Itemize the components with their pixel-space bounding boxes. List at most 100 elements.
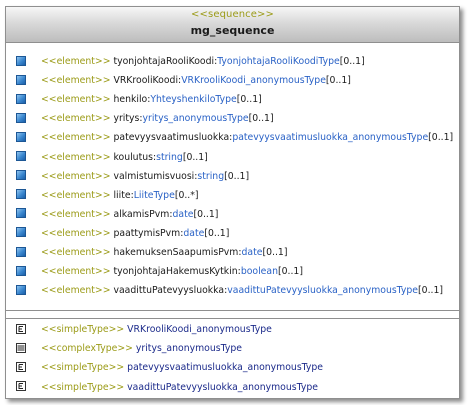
attribute-row[interactable]: <<element>> paattymisPvm:date[0..1] <box>16 226 229 242</box>
attribute-name: hakemuksenSaapumisPvm <box>113 247 239 258</box>
attribute-row[interactable]: <<element>> yritys:yritys_anonymousType[… <box>16 111 274 127</box>
nested-type-name: patevyysvaatimusluokka_anonymousType <box>127 362 324 374</box>
attribute-name: liite <box>113 189 131 201</box>
attribute-row[interactable]: <<element>> valmistumisvuosi:string[0..1… <box>16 169 249 185</box>
attribute-stereotype: <<element>> <box>41 113 111 125</box>
attribute-row[interactable]: <<element>> patevyysvaatimusluokka:patev… <box>16 130 453 146</box>
nested-type-row[interactable]: <<simpleType>> patevyysvaatimusluokka_an… <box>16 360 323 376</box>
class-header: <<sequence>> mg_sequence <box>6 7 459 43</box>
attribute-name: vaadittuPatevyysluokka <box>113 285 225 297</box>
attribute-type: string <box>197 170 225 182</box>
class-name: mg_sequence <box>190 24 275 37</box>
attribute-row[interactable]: <<element>> tyonjohtajaHakemusKytkin:boo… <box>16 264 303 280</box>
attribute-icon <box>16 246 26 257</box>
attribute-type: TyonjohtajaRooliKoodiType <box>217 56 340 67</box>
attribute-row[interactable]: <<element>> tyonjohtajaRooliKoodi:Tyonjo… <box>16 54 365 70</box>
attribute-stereotype: <<element>> <box>41 75 111 87</box>
attribute-multiplicity: [0..1] <box>204 227 230 239</box>
attribute-stereotype: <<element>> <box>41 189 111 201</box>
attribute-type: date <box>183 227 205 239</box>
compartment-divider <box>6 310 459 311</box>
attribute-row[interactable]: <<element>> henkilo:YhteyshenkiloType[0.… <box>16 92 262 108</box>
attribute-row[interactable]: <<element>> VRKrooliKoodi:VRKrooliKoodi_… <box>16 73 351 89</box>
attribute-icon <box>16 189 26 200</box>
attribute-name: alkamisPvm <box>113 208 170 220</box>
nested-type-stereotype: <<complexType>> <box>41 343 133 355</box>
attribute-stereotype: <<element>> <box>41 227 111 239</box>
attribute-multiplicity: [0..1] <box>418 285 444 297</box>
attribute-multiplicity: [0..*] <box>174 189 199 201</box>
nested-type-row[interactable]: <<simpleType>> vaadittuPatevyysluokka_an… <box>16 380 318 396</box>
attribute-name: patevyysvaatimusluokka <box>113 132 230 144</box>
attribute-name: yritys <box>113 113 140 125</box>
attribute-type: boolean <box>240 266 278 278</box>
attribute-type: yritys_anonymousType <box>142 113 249 125</box>
attribute-multiplicity: [0..1] <box>428 132 454 144</box>
attribute-multiplicity: [0..1] <box>325 75 351 87</box>
nested-type-stereotype: <<simpleType>> <box>41 381 125 393</box>
nested-type-row[interactable]: <<simpleType>> VRKrooliKoodi_anonymousTy… <box>16 322 272 338</box>
attribute-stereotype: <<element>> <box>41 208 111 220</box>
attribute-icon <box>16 170 26 181</box>
attribute-type: vaadittuPatevyysluokka_anonymousType <box>227 285 419 297</box>
nested-type-name: yritys_anonymousType <box>135 343 242 355</box>
attribute-name: tyonjohtajaHakemusKytkin <box>113 266 238 278</box>
attribute-multiplicity: [0..1] <box>224 170 250 182</box>
nested-type-name: VRKrooliKoodi_anonymousType <box>127 324 272 335</box>
complex-type-icon <box>16 342 26 353</box>
attribute-icon <box>16 151 26 161</box>
attribute-stereotype: <<element>> <box>41 56 111 67</box>
simple-type-icon <box>16 381 26 392</box>
nested-type-stereotype: <<simpleType>> <box>41 362 125 374</box>
simple-type-icon <box>16 361 26 372</box>
attribute-multiplicity: [0..1] <box>182 151 208 163</box>
attribute-type: YhteyshenkiloType <box>150 94 237 106</box>
attribute-name: paattymisPvm <box>113 227 181 239</box>
attribute-stereotype: <<element>> <box>41 247 111 258</box>
attribute-icon <box>16 208 26 219</box>
attribute-name: valmistumisvuosi <box>113 170 195 182</box>
attribute-icon <box>16 131 26 142</box>
attribute-icon <box>16 74 26 85</box>
attribute-multiplicity: [0..1] <box>193 208 219 220</box>
attribute-stereotype: <<element>> <box>41 94 111 106</box>
attribute-icon <box>16 93 26 104</box>
attribute-stereotype: <<element>> <box>41 285 111 297</box>
simple-type-icon <box>16 323 26 334</box>
nested-type-name: vaadittuPatevyysluokka_anonymousType <box>127 381 318 393</box>
attribute-stereotype: <<element>> <box>41 266 111 278</box>
attribute-row[interactable]: <<element>> hakemuksenSaapumisPvm:date[0… <box>16 245 287 261</box>
attribute-multiplicity: [0..1] <box>339 56 365 67</box>
attribute-icon <box>16 55 26 66</box>
compartment-divider <box>6 318 459 319</box>
attribute-name: VRKrooliKoodi <box>113 75 179 87</box>
attribute-row[interactable]: <<element>> koulutus:string[0..1] <box>16 150 208 166</box>
attribute-row[interactable]: <<element>> liite:LiiteType[0..*] <box>16 188 199 204</box>
nested-type-row[interactable]: <<complexType>> yritys_anonymousType <box>16 341 242 357</box>
class-stereotype: <<sequence>> <box>191 9 274 20</box>
attribute-multiplicity: [0..1] <box>236 94 262 106</box>
attribute-type: LiiteType <box>133 189 175 201</box>
attribute-icon <box>16 227 26 238</box>
attribute-stereotype: <<element>> <box>41 132 111 144</box>
attribute-multiplicity: [0..1] <box>248 113 274 125</box>
attribute-type: VRKrooliKoodi_anonymousType <box>181 75 326 87</box>
attribute-row[interactable]: <<element>> vaadittuPatevyysluokka:vaadi… <box>16 283 443 299</box>
attribute-row[interactable]: <<element>> alkamisPvm:date[0..1] <box>16 207 218 223</box>
attribute-type: string <box>156 151 183 163</box>
attribute-stereotype: <<element>> <box>41 151 111 163</box>
class-box[interactable]: <<sequence>> mg_sequence <<element>> tyo… <box>5 6 460 399</box>
attribute-icon <box>16 284 26 295</box>
attribute-multiplicity: [0..1] <box>262 247 288 258</box>
attribute-type: patevyysvaatimusluokka_anonymousType <box>232 132 429 144</box>
attribute-multiplicity: [0..1] <box>277 266 303 278</box>
attribute-type: date <box>241 247 263 258</box>
attribute-name: koulutus <box>113 151 153 163</box>
attribute-icon <box>16 265 26 276</box>
attribute-icon <box>16 112 26 123</box>
attribute-name: henkilo <box>113 94 148 106</box>
attribute-name: tyonjohtajaRooliKoodi <box>113 56 215 67</box>
attribute-type: date <box>172 208 194 220</box>
attribute-stereotype: <<element>> <box>41 170 111 182</box>
nested-type-stereotype: <<simpleType>> <box>41 324 125 335</box>
